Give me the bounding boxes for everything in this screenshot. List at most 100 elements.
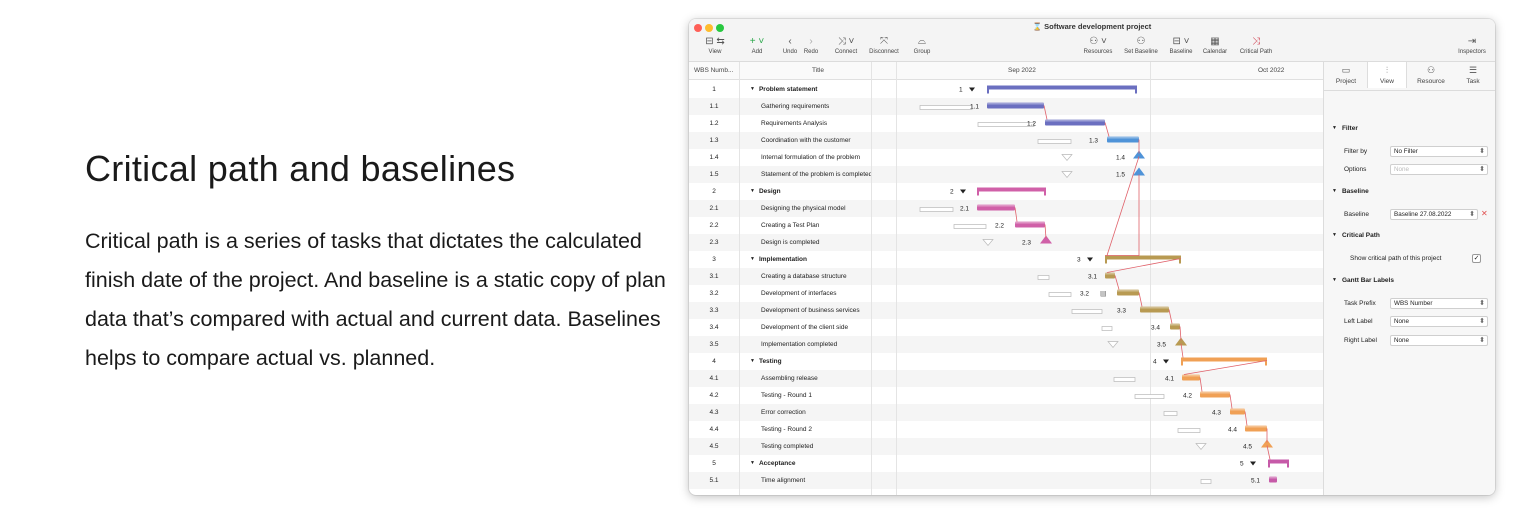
baseline-icon: ⊟ ˅ <box>1172 36 1190 47</box>
summary-bar-cap <box>1105 255 1107 264</box>
left-label-label: Left Label <box>1344 318 1373 325</box>
bar-label: 3.2 <box>1080 291 1089 298</box>
task-bar-highlight <box>987 102 1044 105</box>
inspector-icon: ⇥ <box>1467 36 1477 47</box>
tab-project[interactable]: ▭ Project <box>1326 65 1366 85</box>
task-bar-highlight <box>1170 323 1180 326</box>
disconnect-button[interactable]: ⤧ Disconnect <box>866 35 902 55</box>
baseline-bar <box>1048 292 1072 297</box>
collapse-arrow-icon <box>960 189 966 194</box>
critical-path-button[interactable]: ⤨ Critical Path <box>1235 35 1277 55</box>
view-button[interactable]: ⊟ ⇆ View <box>695 35 735 55</box>
project-icon: ▭ <box>1341 65 1351 75</box>
critical-path-link <box>1044 224 1047 239</box>
collapse-arrow-icon <box>1087 257 1093 262</box>
tab-task[interactable]: ☰ Task <box>1453 65 1493 85</box>
set-baseline-button[interactable]: ⚇ Set Baseline <box>1120 35 1162 55</box>
summary-bar-cap <box>1044 187 1046 196</box>
baseline-bar <box>977 122 1035 127</box>
baseline-section-header[interactable]: Baseline <box>1332 188 1369 195</box>
hero-body: Critical path is a series of tasks that … <box>85 229 666 370</box>
task-bar-highlight <box>1015 221 1045 224</box>
baseline-milestone <box>1107 341 1119 349</box>
bar-label: 4.5 <box>1243 444 1252 451</box>
calendar-button[interactable]: ▦ Calendar <box>1200 35 1230 55</box>
summary-bar-cap <box>1181 357 1183 366</box>
options-select[interactable]: None <box>1390 164 1488 175</box>
summary-bar <box>1181 357 1267 362</box>
inspectors-button[interactable]: ⇥ Inspectors <box>1453 35 1491 55</box>
filter-section-header[interactable]: Filter <box>1332 125 1358 132</box>
sliders-icon: ⫶ <box>1385 65 1389 75</box>
critical-path-link <box>1244 411 1248 426</box>
summary-bar <box>1105 255 1181 260</box>
tab-resource[interactable]: ⚇ Resource <box>1411 65 1451 85</box>
show-critical-path-label: Show critical path of this project <box>1350 255 1442 262</box>
baseline-button[interactable]: ⊟ ˅ Baseline <box>1166 35 1196 55</box>
task-bar-highlight <box>1107 136 1139 139</box>
critical-path-section-header[interactable]: Critical Path <box>1332 232 1380 239</box>
bar-labels-section-header[interactable]: Gantt Bar Labels <box>1332 277 1394 284</box>
task-bar-highlight <box>1182 374 1200 377</box>
document-icon: ⌛ <box>1032 22 1045 31</box>
undo-button[interactable]: ‹ Undo <box>781 35 799 55</box>
note-icon: ▤ <box>1100 291 1107 298</box>
tab-view[interactable]: ⫶ View <box>1367 62 1407 88</box>
disconnect-icon: ⤧ <box>880 36 888 47</box>
bar-label: 1.1 <box>970 104 979 111</box>
hero-title: Critical path and baselines <box>85 148 516 189</box>
baseline-bar <box>1163 411 1178 416</box>
baseline-bar <box>1200 479 1212 484</box>
bar-label: 3.5 <box>1157 342 1166 349</box>
bar-label: 2 <box>950 189 954 196</box>
task-bar-highlight <box>1140 306 1169 309</box>
set-baseline-icon: ⚇ <box>1136 36 1146 47</box>
task-prefix-select[interactable]: WBS Number <box>1390 298 1488 309</box>
left-label-select[interactable]: None <box>1390 316 1488 327</box>
task-bar-highlight <box>1230 408 1245 411</box>
redo-button[interactable]: › Redo <box>802 35 820 55</box>
task-bar-highlight <box>1200 391 1230 394</box>
critical-path-link <box>1266 445 1271 460</box>
bar-label: 5 <box>1240 461 1244 468</box>
critical-path-link <box>1043 105 1048 120</box>
task-icon: ☰ <box>1468 65 1478 75</box>
show-critical-path-checkbox[interactable]: ✓ <box>1472 254 1481 263</box>
critical-path-icon: ⤨ <box>1252 36 1260 47</box>
bar-label: 4.3 <box>1212 410 1221 417</box>
summary-bar <box>1268 459 1289 464</box>
baseline-bar <box>953 224 987 229</box>
group-icon: ⌓ <box>918 36 926 47</box>
inspector-tabs: ▭ Project ⫶ View ⚇ Resource ☰ Task <box>1324 62 1495 91</box>
clear-baseline-icon[interactable]: ✕ <box>1481 209 1488 218</box>
summary-bar-cap <box>1179 255 1181 264</box>
summary-bar-cap <box>987 85 989 94</box>
bar-label: 4.4 <box>1228 427 1237 434</box>
resource-icon: ⚇ <box>1426 65 1436 75</box>
collapse-arrow-icon <box>969 87 975 92</box>
critical-path-link <box>1104 122 1110 137</box>
baseline-bar <box>1037 139 1072 144</box>
baseline-select[interactable]: Baseline 27.08.2022 <box>1390 209 1478 220</box>
add-button[interactable]: + ˅ Add <box>747 35 767 55</box>
connect-button[interactable]: ⤨ ˅ Connect <box>830 35 862 55</box>
baseline-bar <box>919 207 954 212</box>
plus-icon: + ˅ <box>749 36 765 47</box>
view-icon: ⊟ ⇆ <box>705 36 725 47</box>
filter-by-label: Filter by <box>1344 148 1368 155</box>
critical-path-link <box>1014 207 1018 222</box>
resources-icon: ⚇ ˅ <box>1089 36 1107 47</box>
task-prefix-label: Task Prefix <box>1344 300 1376 307</box>
baseline-milestone <box>982 239 994 247</box>
filter-by-select[interactable]: No Filter <box>1390 146 1488 157</box>
collapse-arrow-icon <box>1250 461 1256 466</box>
summary-bar-cap <box>1265 357 1267 366</box>
critical-path-link <box>1183 360 1268 375</box>
right-label-select[interactable]: None <box>1390 335 1488 346</box>
chevron-left-icon: ‹ <box>788 36 792 47</box>
bar-label: 3.4 <box>1151 325 1160 332</box>
bar-label: 1.5 <box>1116 172 1125 179</box>
resources-button[interactable]: ⚇ ˅ Resources <box>1080 35 1116 55</box>
group-button[interactable]: ⌓ Group <box>910 35 934 55</box>
critical-path-link <box>1199 377 1203 392</box>
